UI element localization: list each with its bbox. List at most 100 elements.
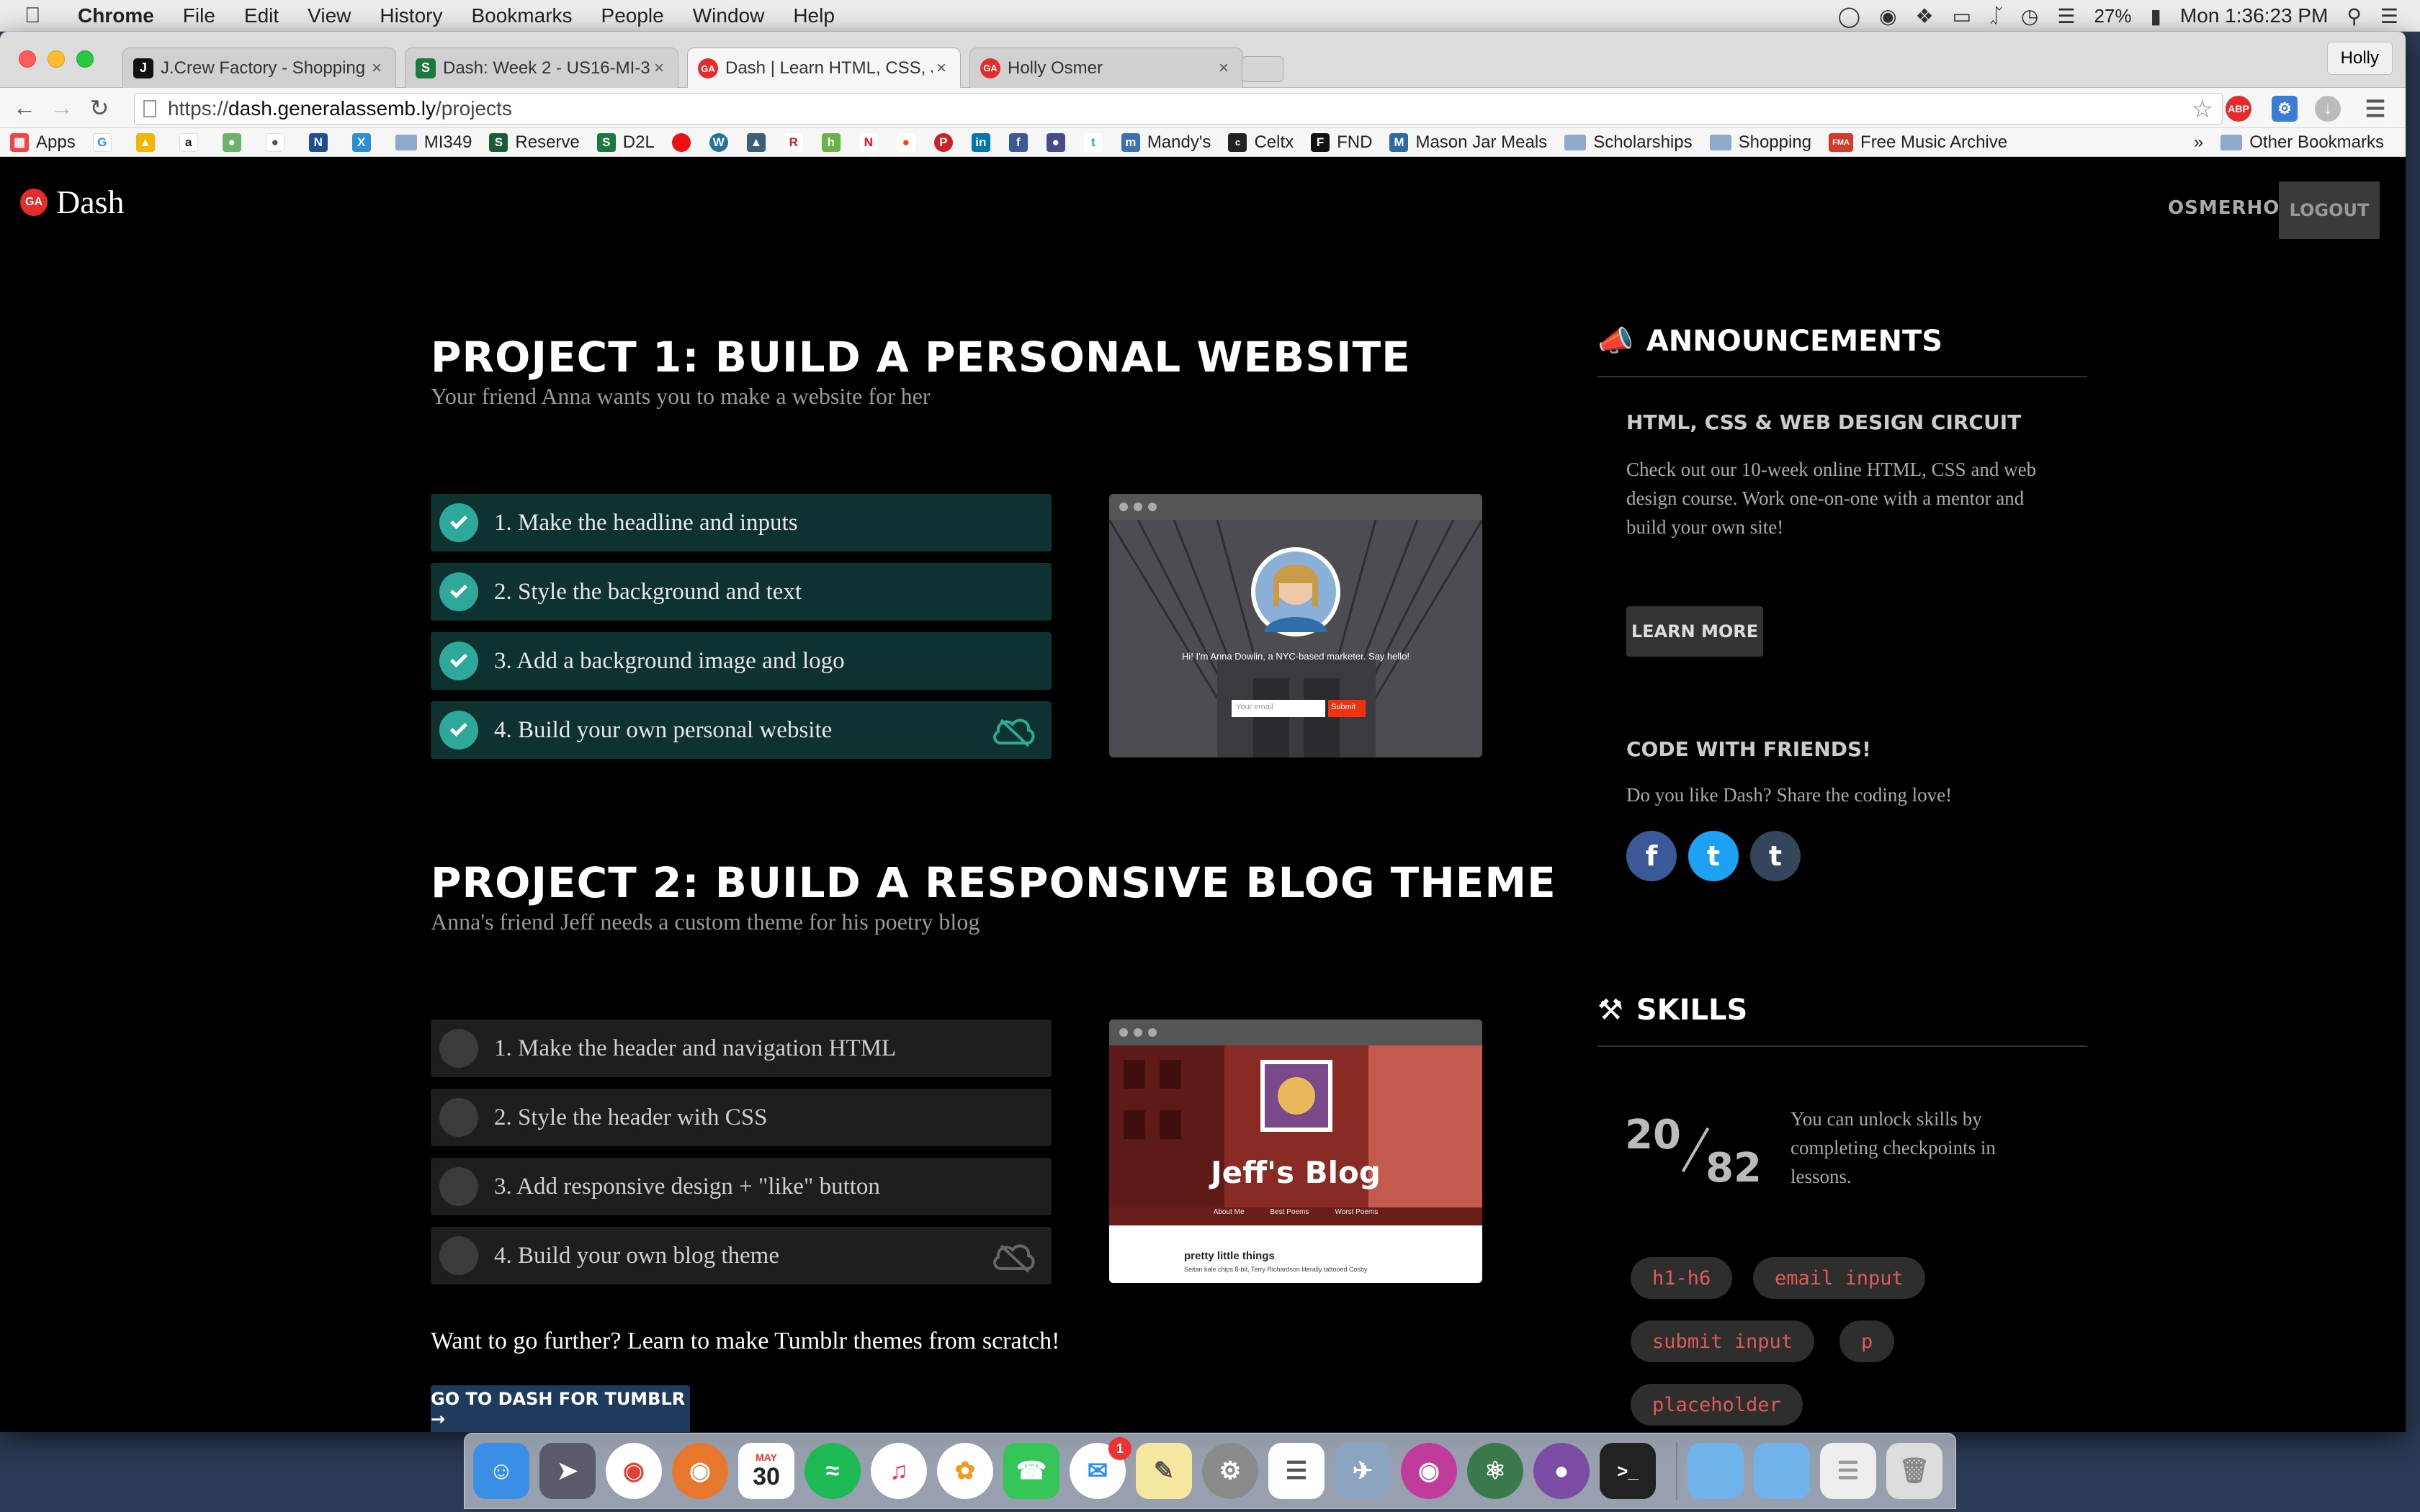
apple-menu-icon[interactable]: 	[24, 4, 53, 28]
menu-edit[interactable]: Edit	[244, 4, 279, 27]
project2-step-3[interactable]: 3. Add responsive design + "like" button	[431, 1158, 1052, 1215]
logout-button[interactable]: LOGOUT	[2279, 181, 2380, 239]
forward-icon[interactable]: →	[43, 94, 81, 121]
time-machine-icon[interactable]: ◷	[2021, 4, 2038, 28]
bookmark-netflix[interactable]: N	[859, 132, 885, 152]
extension-settings-icon[interactable]: ⚙	[2272, 96, 2298, 122]
bookmark-twitter[interactable]: t	[1083, 132, 1110, 152]
menu-window[interactable]: Window	[693, 4, 765, 27]
bookmark-d2l[interactable]: S D2L	[596, 132, 655, 153]
new-tab-button[interactable]	[1242, 56, 1283, 82]
minimize-window-button[interactable]	[48, 50, 65, 68]
skill-tag[interactable]: p	[1839, 1320, 1895, 1362]
bookmark-red[interactable]	[671, 132, 698, 152]
wifi-icon[interactable]: ☰	[2057, 4, 2075, 28]
tab-dash-active[interactable]: GA Dash | Learn HTML, CSS, J ×	[687, 48, 961, 89]
project2-step-1[interactable]: 1. Make the header and navigation HTML	[431, 1020, 1052, 1077]
bookmark-mason-jar[interactable]: M Mason Jar Meals	[1389, 132, 1547, 153]
close-tab-icon[interactable]: ×	[650, 58, 668, 78]
zoom-window-button[interactable]	[76, 50, 94, 68]
itunes-icon[interactable]: ♫	[871, 1443, 927, 1499]
more-bookmarks-chevron-icon[interactable]: »	[2194, 132, 2203, 153]
finder-icon[interactable]: ☺	[473, 1443, 529, 1499]
bookmark-x[interactable]: X	[351, 132, 378, 152]
bookmark-reserve[interactable]: S Reserve	[489, 132, 580, 153]
bookmark-fma[interactable]: FMA Free Music Archive	[1829, 132, 2007, 153]
close-tab-icon[interactable]: ×	[1215, 58, 1232, 78]
close-tab-icon[interactable]: ×	[368, 58, 385, 78]
bookmark-link[interactable]: ●	[222, 132, 248, 152]
system-preferences-icon[interactable]: ⚙	[1202, 1443, 1258, 1499]
menu-people[interactable]: People	[601, 4, 664, 27]
notification-center-icon[interactable]: ☰	[2380, 4, 2398, 28]
bookmark-wordpress[interactable]: W	[709, 132, 735, 152]
bookmark-amazon[interactable]: a	[179, 132, 205, 152]
preview-icon[interactable]: ✈	[1335, 1443, 1391, 1499]
tab-d2l[interactable]: S Dash: Week 2 - US16-MI-3 ×	[405, 48, 678, 88]
bookmark-mi349[interactable]: MI349	[395, 132, 472, 153]
project2-step-2[interactable]: 2. Style the header with CSS	[431, 1089, 1052, 1146]
battery-percent[interactable]: 27%	[2094, 5, 2131, 27]
project1-step-2[interactable]: 2. Style the background and text	[431, 563, 1052, 621]
project1-step-3[interactable]: 3. Add a background image and logo	[431, 632, 1052, 690]
spotlight-search-icon[interactable]: ⚲	[2347, 4, 2362, 28]
bookmark-drive[interactable]: ▲	[135, 132, 162, 152]
menu-view[interactable]: View	[308, 4, 351, 27]
skill-tag[interactable]: submit input	[1631, 1320, 1815, 1362]
bookmark-mandys[interactable]: m Mandy's	[1121, 132, 1211, 153]
chrome-menu-icon[interactable]: ☰	[2362, 96, 2388, 122]
skill-tag[interactable]: placeholder	[1631, 1384, 1803, 1426]
bookmark-pinterest[interactable]: P	[933, 132, 960, 152]
bookmark-google[interactable]: G	[92, 132, 119, 152]
project2-step-4[interactable]: 4. Build your own blog theme	[431, 1227, 1052, 1284]
bookmark-linkedin[interactable]: in	[971, 132, 998, 152]
menu-history[interactable]: History	[380, 4, 442, 27]
bookmark-hat[interactable]: ▲	[746, 132, 773, 152]
download-icon[interactable]: ↓	[2315, 96, 2341, 122]
airplay-icon[interactable]: ▭	[1953, 4, 1971, 28]
dropbox-icon[interactable]: ❖	[1916, 4, 1934, 28]
bookmark-star-icon[interactable]: ☆	[2192, 95, 2213, 124]
bookmark-shopping[interactable]: Shopping	[1709, 132, 1811, 153]
bookmark-other[interactable]: Other Bookmarks	[2220, 132, 2384, 153]
menu-file[interactable]: File	[183, 4, 215, 27]
skill-tag[interactable]: h1-h6	[1631, 1257, 1733, 1299]
dash-logo[interactable]: GA Dash	[20, 183, 125, 221]
downloads-folder-icon[interactable]	[1754, 1443, 1810, 1499]
applications-folder-icon[interactable]	[1688, 1443, 1744, 1499]
bluetooth-icon[interactable]: ᛢ	[1990, 4, 2002, 27]
close-window-button[interactable]	[19, 50, 36, 68]
photos-icon[interactable]: ✿	[937, 1443, 993, 1499]
project1-step-4[interactable]: 4. Build your own personal website	[431, 701, 1052, 759]
atom-icon[interactable]: ⚛	[1467, 1443, 1523, 1499]
menu-app-name[interactable]: Chrome	[78, 4, 154, 27]
profile-button[interactable]: Holly	[2326, 42, 2393, 75]
bookmark-reddit[interactable]: ●	[896, 132, 923, 152]
twitter-share-icon[interactable]: t	[1688, 831, 1739, 881]
launchpad-icon[interactable]: ➤	[539, 1443, 596, 1499]
status-circle-icon[interactable]: ◯	[1838, 4, 1860, 28]
documents-stack-icon[interactable]: ☰	[1820, 1443, 1876, 1499]
bookmark-apple[interactable]: ●	[265, 132, 292, 152]
close-tab-icon[interactable]: ×	[933, 58, 950, 78]
reload-icon[interactable]: ↻	[81, 94, 118, 122]
project1-step-1[interactable]: 1. Make the headline and inputs	[431, 494, 1052, 552]
firefox-icon[interactable]: ◉	[672, 1443, 728, 1499]
bookmark-news[interactable]: N	[308, 132, 335, 152]
trash-icon[interactable]: 🗑	[1886, 1443, 1942, 1499]
tab-jcrew[interactable]: J J.Crew Factory - Shopping ×	[122, 48, 396, 88]
calendar-icon[interactable]: MAY 30	[738, 1443, 794, 1499]
facebook-share-icon[interactable]: f	[1626, 831, 1677, 881]
textedit-icon[interactable]: ✎	[1136, 1443, 1192, 1499]
bookmark-alien[interactable]: ●	[1046, 132, 1072, 152]
chrome-icon[interactable]: ◉	[606, 1443, 662, 1499]
terminal-icon[interactable]: >_	[1600, 1443, 1656, 1499]
github-desktop-icon[interactable]: ●	[1533, 1443, 1590, 1499]
adblock-plus-icon[interactable]: ABP	[2226, 96, 2251, 122]
battery-icon[interactable]: ▮	[2151, 4, 2161, 28]
project1-preview[interactable]: Hi! I'm Anna Dowlin, a NYC-based markete…	[1109, 494, 1482, 757]
menu-help[interactable]: Help	[793, 4, 835, 27]
facetime-icon[interactable]: ☎	[1003, 1443, 1059, 1499]
learn-more-button[interactable]: LEARN MORE	[1626, 606, 1763, 657]
username-link[interactable]: OSMERHOL	[2168, 197, 2293, 219]
